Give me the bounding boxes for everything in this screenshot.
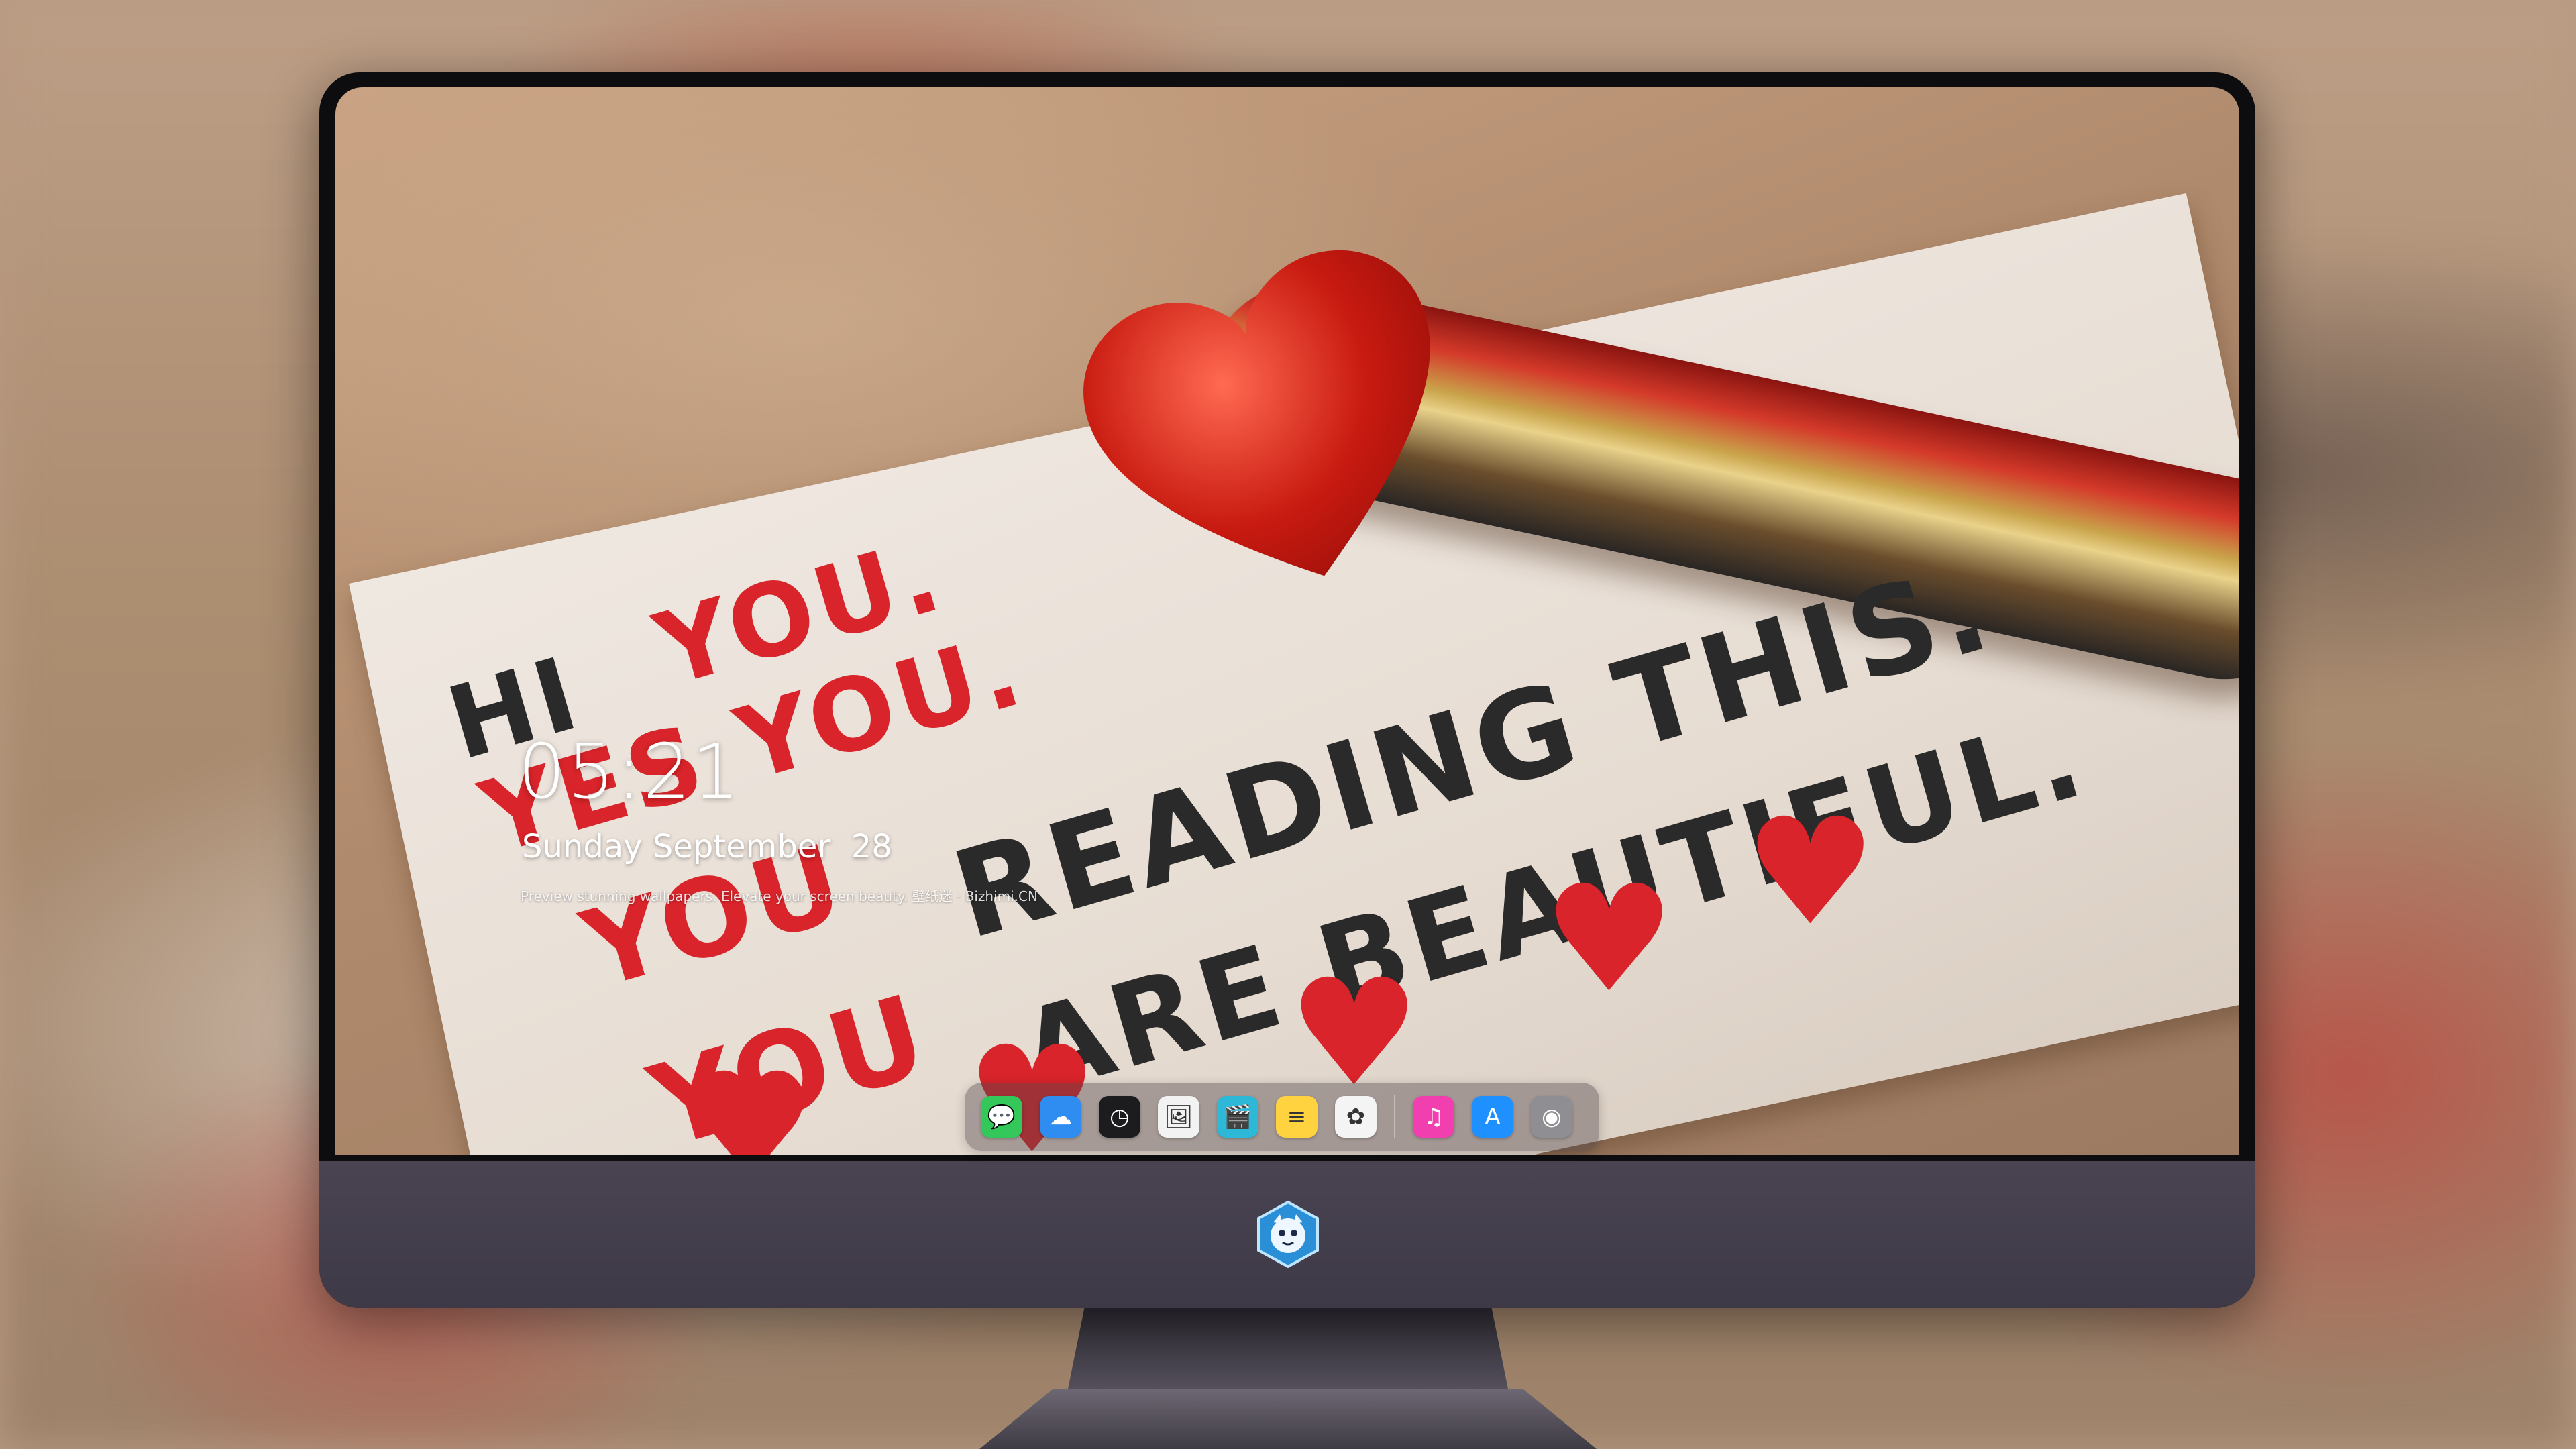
clips-icon[interactable]: 🎬 bbox=[1217, 1096, 1258, 1138]
mascot-logo-icon bbox=[1253, 1199, 1323, 1269]
preview-icon[interactable]: 🖼 bbox=[1158, 1096, 1199, 1138]
lockscreen-clock: 05:21 bbox=[518, 729, 741, 816]
wallpaper-tagline: Preview stunning wallpapers. Elevate you… bbox=[521, 888, 1038, 904]
monitor-stand-base bbox=[979, 1389, 1597, 1449]
wallpaper-heart-5: ♥ bbox=[684, 1041, 817, 1155]
clock-icon[interactable]: ◷ bbox=[1099, 1096, 1140, 1138]
dock: 💬 ☁ ◷ 🖼 🎬 ≡ ✿ ♫ A ◉ bbox=[965, 1083, 1599, 1151]
dock-separator bbox=[1394, 1095, 1395, 1138]
desktop-screen: HI YOU. YES YOU. YOU READING THIS. YOU A… bbox=[335, 87, 2239, 1155]
weather-icon[interactable]: ☁ bbox=[1040, 1096, 1081, 1138]
wallpaper-heart-2: ♥ bbox=[1543, 853, 1676, 1025]
photos-icon[interactable]: ✿ bbox=[1335, 1096, 1377, 1138]
camera-icon[interactable]: ◉ bbox=[1531, 1096, 1572, 1138]
messages-icon[interactable]: 💬 bbox=[981, 1096, 1022, 1138]
monitor-stand-neck bbox=[1067, 1308, 1509, 1395]
app-store-icon[interactable]: A bbox=[1472, 1096, 1513, 1138]
music-icon[interactable]: ♫ bbox=[1413, 1096, 1454, 1138]
lockscreen-date: Sunday September 28 bbox=[522, 828, 892, 865]
notes-icon[interactable]: ≡ bbox=[1276, 1096, 1318, 1138]
wallpaper-heart-3: ♥ bbox=[1744, 786, 1877, 958]
